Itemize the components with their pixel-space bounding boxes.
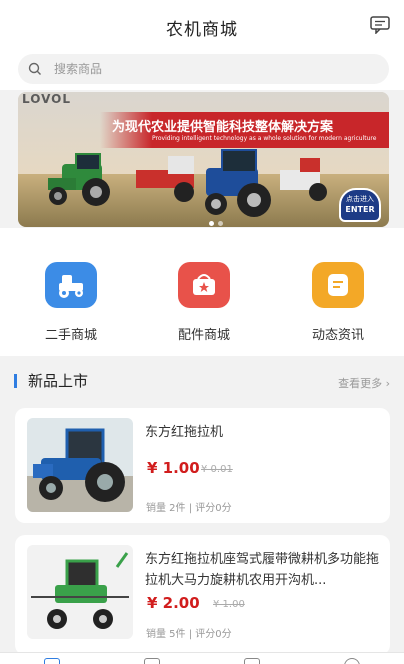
enter-label-en: ENTER (345, 205, 375, 214)
product-name: 东方红拖拉机 (145, 425, 224, 440)
product-price: ¥ 2.00 (147, 594, 200, 612)
see-more-link[interactable]: 查看更多 › (338, 375, 390, 391)
category-label: 配件商城 (177, 328, 230, 343)
banner-dot[interactable] (218, 221, 223, 226)
product-old-price: ¥ 1.00 (213, 599, 245, 610)
banner-headline: 为现代农业提供智能科技整体解决方案 (112, 120, 334, 135)
search-icon (28, 62, 41, 75)
product-card[interactable]: 东方红拖拉机座驾式履带微耕机多功能拖拉机大马力旋耕机农用开沟机... ¥ 2.0… (15, 535, 390, 655)
banner-tractors-image (48, 149, 327, 217)
product-image (27, 418, 133, 512)
cart-tab-icon[interactable] (244, 658, 260, 664)
search-input[interactable] (54, 59, 354, 79)
banner-subline: Providing intelligent technology as a wh… (152, 135, 377, 142)
profile-tab-icon[interactable] (344, 658, 360, 664)
search-area (0, 52, 404, 90)
category-label: 二手商城 (44, 328, 97, 343)
promo-banner[interactable]: LOVOL 为现代农业提供智能科技整体解决方案 Providing intell… (18, 92, 389, 227)
see-more-label: 查看更多 (338, 377, 383, 390)
new-products-header: 新品上市 查看更多 › (0, 356, 404, 406)
banner-logo: LOVOL (22, 92, 72, 106)
section-accent-bar (14, 374, 17, 388)
category-row: 二手商城 配件商城 动态资讯 (0, 228, 404, 356)
product-meta: 销量 2件 | 评分0分 (146, 503, 232, 514)
product-price: ¥ 1.00 (147, 459, 200, 477)
tractor-icon (45, 262, 97, 308)
enter-label-cn: 点击进入 (346, 195, 374, 203)
chevron-right-icon: › (385, 377, 390, 390)
top-bar: 农机商城 (0, 0, 404, 52)
product-image (27, 545, 133, 639)
banner-pagination (209, 211, 227, 227)
banner-dot-active[interactable] (209, 221, 214, 226)
news-icon (312, 262, 364, 308)
product-old-price: ¥ 0.01 (201, 464, 233, 475)
category-parts-market[interactable]: 配件商城 (154, 262, 254, 343)
page-title: 农机商城 (166, 20, 238, 40)
enter-button[interactable]: 点击进入 ENTER (339, 188, 381, 222)
home-tab-icon[interactable] (44, 658, 60, 664)
product-card[interactable]: 东方红拖拉机 ¥ 1.00 ¥ 0.01 销量 2件 | 评分0分 (15, 408, 390, 523)
product-name: 东方红拖拉机座驾式履带微耕机多功能拖拉机大马力旋耕机农用开沟机... (145, 552, 380, 588)
category-news[interactable]: 动态资讯 (288, 262, 388, 343)
category-label: 动态资讯 (311, 328, 364, 343)
category-used-market[interactable]: 二手商城 (21, 262, 121, 343)
section-title: 新品上市 (28, 372, 89, 390)
category-tab-icon[interactable] (144, 658, 160, 664)
bottom-tab-bar (0, 652, 404, 664)
page: 农机商城 LOVOL 为现代农业提供智能科技整体解决方案 Providing i… (0, 0, 404, 664)
message-icon[interactable] (370, 16, 390, 34)
product-meta: 销量 5件 | 评分0分 (146, 629, 232, 640)
search-bar[interactable] (18, 54, 389, 84)
shop-bag-icon (178, 262, 230, 308)
